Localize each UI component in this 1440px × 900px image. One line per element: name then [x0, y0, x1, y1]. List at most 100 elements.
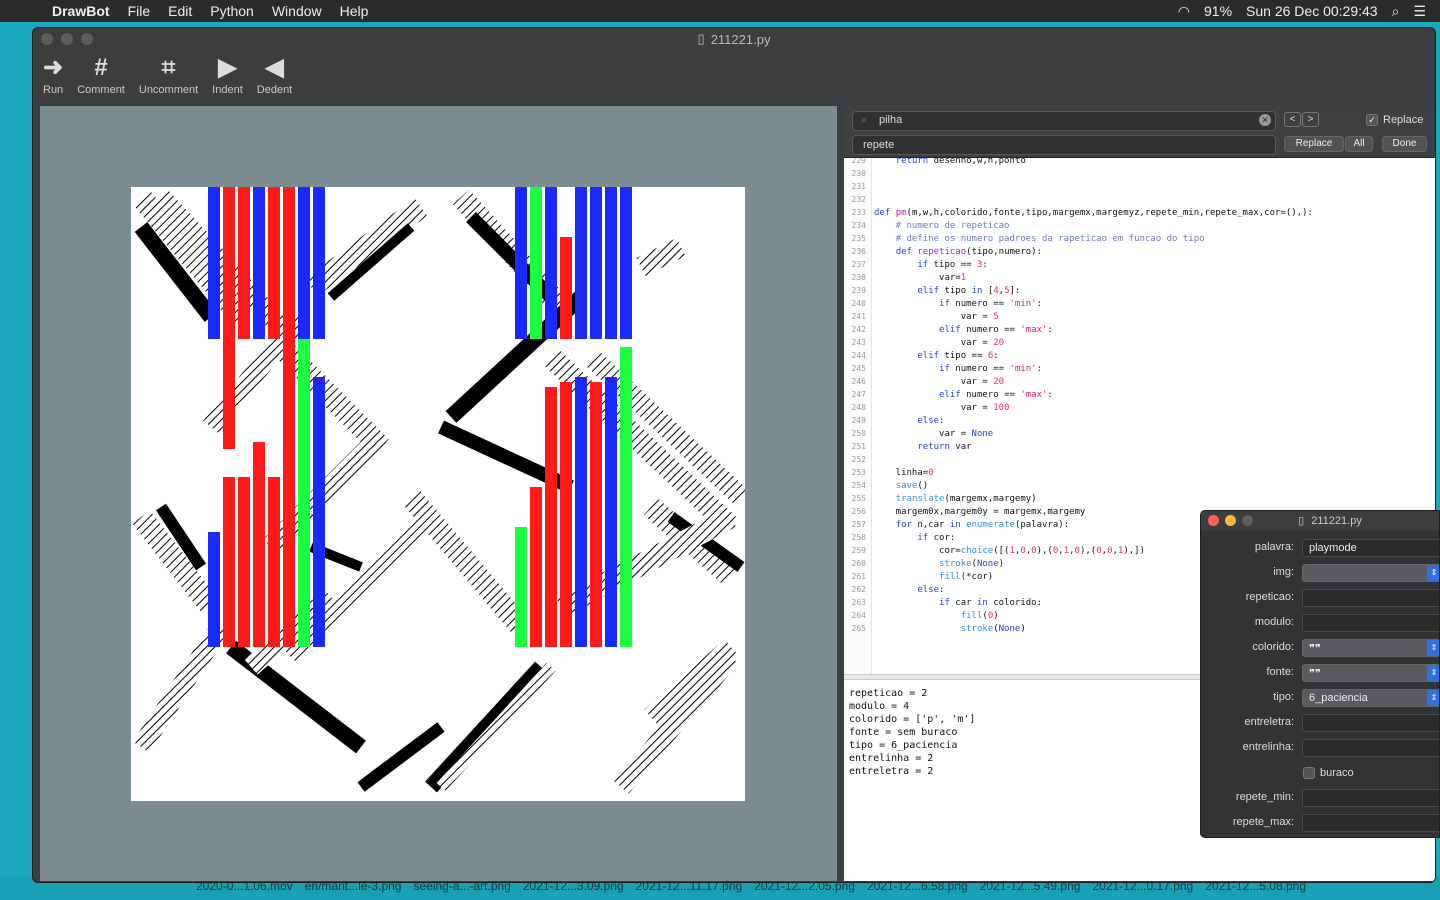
- variable-field[interactable]: [1302, 814, 1439, 832]
- code-line: 230: [844, 167, 1435, 180]
- line-number: 229: [851, 158, 866, 165]
- variable-label: img:: [1273, 566, 1294, 578]
- variable-label: entreletra:: [1244, 716, 1294, 728]
- line-number: 232: [851, 195, 866, 204]
- color-bar: [560, 382, 572, 647]
- color-bar: [590, 382, 602, 647]
- close-icon[interactable]: [1208, 515, 1219, 526]
- replace-input[interactable]: repete: [852, 135, 1276, 155]
- close-icon[interactable]: [41, 33, 53, 45]
- drawing-page[interactable]: [131, 187, 745, 801]
- color-bar: [283, 397, 295, 647]
- replace-toggle-label: Replace: [1383, 114, 1424, 126]
- traffic-lights: [1208, 515, 1253, 526]
- variable-row: colorido: ❞❞ ⇕: [1201, 636, 1439, 661]
- variable-row: tipo: 6_paciencia ⇕: [1201, 686, 1439, 711]
- code-line: 231: [844, 180, 1435, 193]
- zoom-icon[interactable]: [1242, 515, 1253, 526]
- indent-button[interactable]: ▶ Indent: [208, 52, 247, 102]
- replace-toggle[interactable]: ✓ Replace: [1366, 114, 1423, 126]
- code-line: 251 return var: [844, 440, 1435, 453]
- variable-row: repeticao:: [1201, 586, 1439, 611]
- variable-field[interactable]: [1302, 789, 1439, 807]
- hatched-band: [283, 509, 439, 665]
- done-button[interactable]: Done: [1382, 136, 1427, 152]
- variable-field[interactable]: [1302, 714, 1439, 732]
- color-bar: [268, 187, 280, 339]
- menu-edit[interactable]: Edit: [168, 3, 192, 19]
- variable-field[interactable]: [1302, 614, 1439, 632]
- wifi-icon[interactable]: ◠: [1178, 3, 1190, 20]
- uncomment-button[interactable]: ⌗ Uncomment: [135, 52, 202, 102]
- variable-select[interactable]: ⇕: [1302, 564, 1439, 582]
- minimize-icon[interactable]: [1225, 515, 1236, 526]
- dedent-button[interactable]: ◀ Dedent: [253, 52, 296, 102]
- previous-match-icon[interactable]: <: [1284, 112, 1301, 127]
- checkbox-label: buraco: [1320, 767, 1354, 779]
- hatched-band: [613, 650, 739, 794]
- toolbar: ➜ Run # Comment ⌗ Uncomment ▶ Indent ◀ Dedent: [33, 52, 296, 102]
- variable-label: repete_min:: [1235, 791, 1294, 803]
- variable-select[interactable]: 6_paciencia ⇕: [1302, 689, 1439, 707]
- color-bar: [223, 477, 235, 647]
- battery-status[interactable]: 91%: [1204, 3, 1232, 19]
- menu-python[interactable]: Python: [210, 3, 254, 19]
- line-number: 250: [851, 429, 866, 438]
- checkbox-icon[interactable]: [1303, 767, 1315, 779]
- find-input[interactable]: ⌕ pilha ✕: [852, 111, 1276, 131]
- clear-icon[interactable]: ✕: [1259, 114, 1271, 126]
- variable-field[interactable]: [1302, 739, 1439, 757]
- code-line: 236 def repeticao(tipo,numero):: [844, 245, 1435, 258]
- line-number: 231: [851, 182, 866, 191]
- variable-label: repeticao:: [1245, 591, 1294, 603]
- code-line: 244 elif tipo == 6:: [844, 349, 1435, 362]
- line-number: 262: [851, 585, 866, 594]
- replace-value: repete: [863, 139, 895, 151]
- find-bar: ⌕ pilha ✕ repete < > ✓ Replace Replace A…: [844, 106, 1435, 158]
- chevron-updown-icon: ⇕: [1427, 690, 1439, 706]
- comment-button[interactable]: # Comment: [73, 52, 129, 102]
- variable-select[interactable]: ❞❞ ⇕: [1302, 639, 1439, 657]
- clock[interactable]: Sun 26 Dec 00:29:43: [1246, 3, 1378, 19]
- variable-select[interactable]: ❞❞ ⇕: [1302, 664, 1439, 682]
- variable-field[interactable]: playmode: [1302, 539, 1439, 557]
- color-bar: [545, 187, 557, 339]
- color-bar: [545, 387, 557, 647]
- line-number: 253: [851, 468, 866, 477]
- code-line: 237 if tipo == 3:: [844, 258, 1435, 271]
- toolbar-label: Dedent: [256, 84, 293, 96]
- window-title: 211221.py: [710, 31, 771, 47]
- next-match-icon[interactable]: >: [1302, 112, 1319, 127]
- code-line: 246 var = 20: [844, 375, 1435, 388]
- buraco-checkbox[interactable]: buraco: [1303, 767, 1354, 779]
- minimize-icon[interactable]: [61, 33, 73, 45]
- variable-row: buraco: [1201, 761, 1439, 786]
- search-icon: ⌕: [861, 114, 868, 126]
- search-icon[interactable]: ⌕: [1392, 3, 1400, 20]
- line-number: 237: [851, 260, 866, 269]
- color-bar: [298, 187, 310, 339]
- hatched-band: [636, 238, 686, 276]
- color-bar: [238, 187, 250, 339]
- drawing-preview[interactable]: [40, 106, 837, 881]
- replace-all-button[interactable]: All: [1345, 136, 1373, 152]
- line-number: 236: [851, 247, 866, 256]
- hatched-band: [425, 661, 547, 793]
- color-bar: [605, 377, 617, 647]
- color-bar: [620, 347, 632, 647]
- menu-app[interactable]: DrawBot: [52, 3, 110, 19]
- hash-icon: #: [94, 54, 108, 81]
- menu-file[interactable]: File: [128, 3, 151, 19]
- zoom-icon[interactable]: [81, 33, 93, 45]
- checkmark-icon[interactable]: ✓: [1366, 114, 1378, 126]
- menu-window[interactable]: Window: [272, 3, 322, 19]
- list-icon[interactable]: ☰: [1413, 3, 1426, 20]
- code-line: 243 var = 20: [844, 336, 1435, 349]
- variable-value: 6_paciencia: [1309, 692, 1368, 704]
- window-titlebar: ▯ 211221.py: [33, 28, 1435, 50]
- replace-button[interactable]: Replace: [1284, 136, 1344, 152]
- find-value: pilha: [879, 114, 903, 126]
- menu-help[interactable]: Help: [340, 3, 369, 19]
- variable-field[interactable]: [1302, 589, 1439, 607]
- run-button[interactable]: ➜ Run: [39, 52, 67, 102]
